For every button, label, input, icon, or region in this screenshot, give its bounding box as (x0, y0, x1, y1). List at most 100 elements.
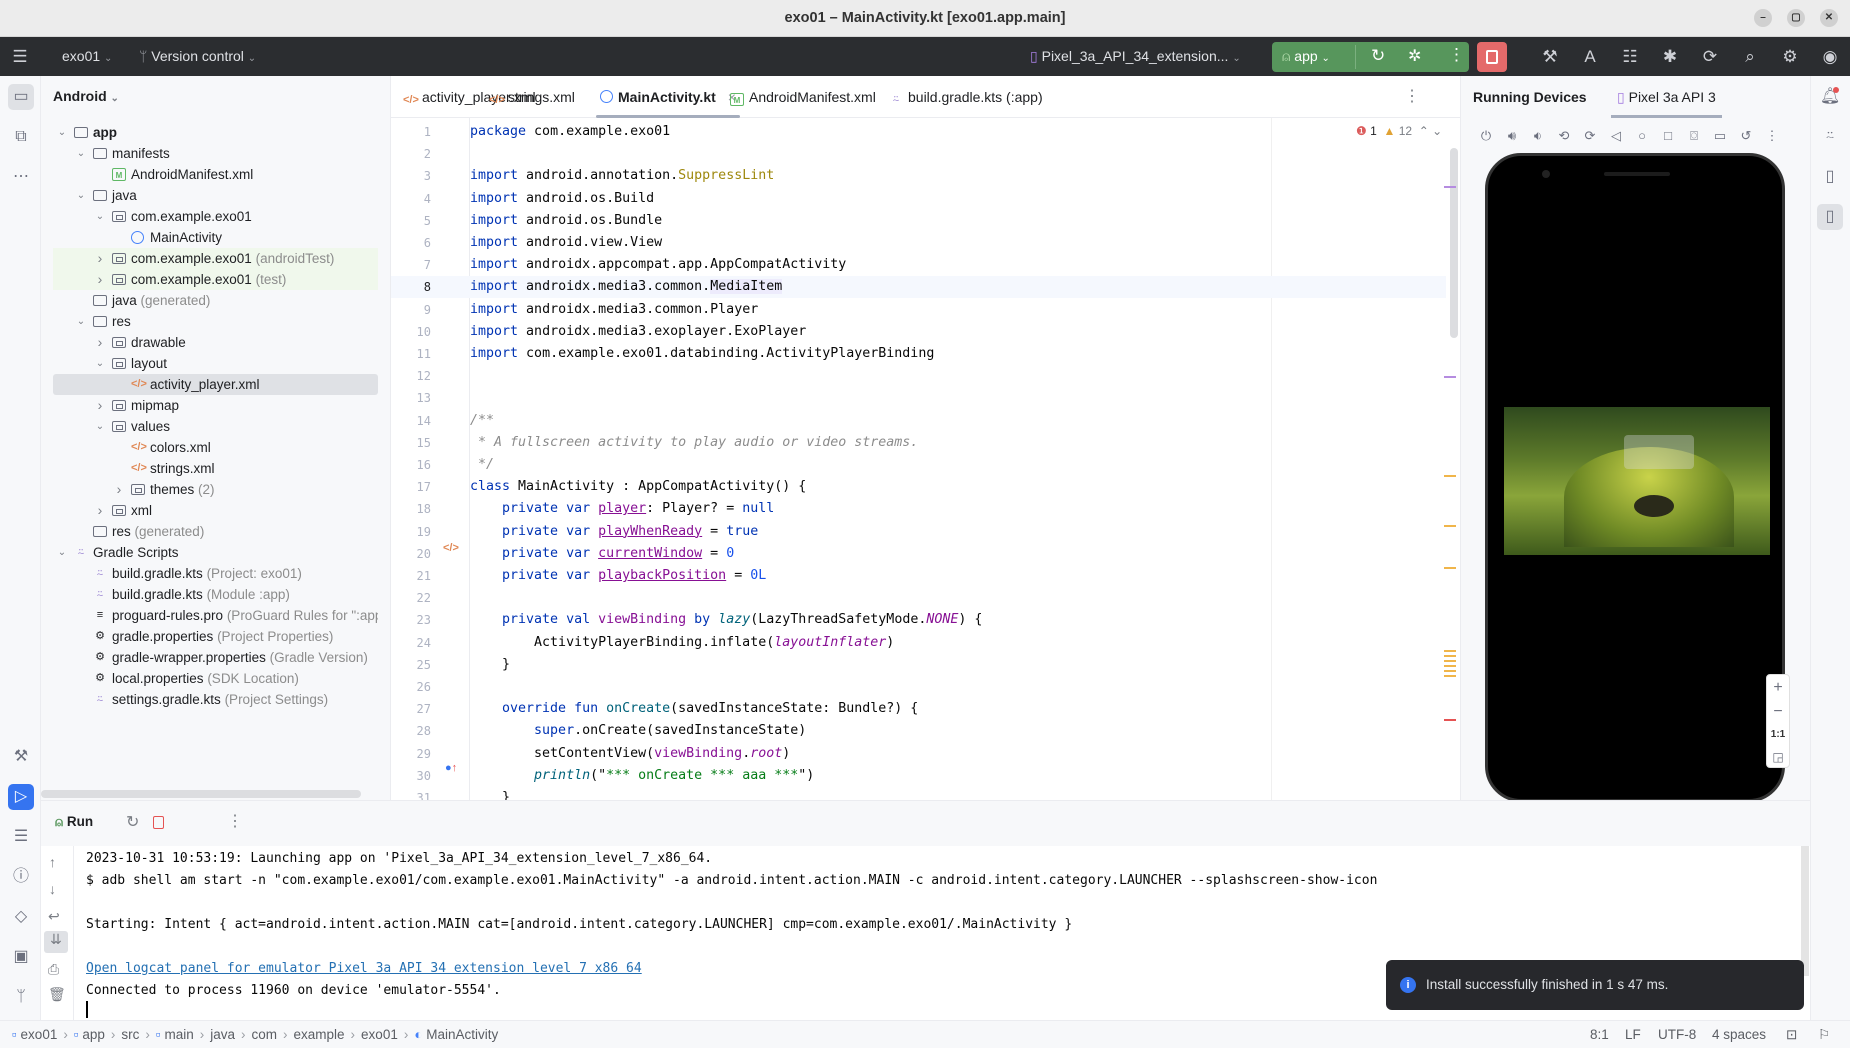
tree-item[interactable]: ⌄ ⍨ Gradle Scripts (53, 542, 378, 563)
app-quality-insights-icon[interactable]: ◇ (8, 904, 34, 930)
apply-changes-restart-icon[interactable]: ↻ (1371, 46, 1385, 66)
breadcrumb-item[interactable]: ▫ main (156, 1021, 194, 1048)
vcs-selector[interactable]: ᛘ Version control ⌄ (139, 48, 256, 64)
tree-item[interactable]: ⚙ gradle.properties (Project Properties) (53, 626, 378, 647)
console-scrollbar[interactable] (1801, 846, 1809, 976)
overview-icon[interactable]: □ (1655, 128, 1681, 143)
zoom-actual-size-button[interactable]: 1:1 (1767, 723, 1789, 747)
tree-item[interactable]: res (generated) (53, 521, 378, 542)
editor-tab[interactable]: MainActivity.kt × (596, 76, 740, 118)
breadcrumb-item[interactable]: com (252, 1021, 278, 1048)
tree-item[interactable]: </> strings.xml (53, 458, 378, 479)
override-gutter-icon[interactable]: ●↑ (445, 762, 457, 774)
volume-down-icon[interactable]: 🔉︎ (1525, 128, 1551, 144)
breadcrumb-item[interactable]: example (294, 1021, 345, 1048)
tree-item[interactable]: › drawable (53, 332, 378, 353)
run-config-selector[interactable]: ⍝ app ⌄ (1282, 48, 1330, 65)
screenshot-icon[interactable]: ⌼ (1681, 128, 1707, 144)
build-variants-icon[interactable]: ⚒ (8, 744, 34, 770)
chevron-down-icon[interactable]: ⌄ (74, 311, 88, 332)
tree-item[interactable]: ≡ proguard-rules.pro (ProGuard Rules for … (53, 605, 378, 626)
lock-icon[interactable]: ⊡ (1786, 1021, 1797, 1048)
device-tab[interactable]: ▯ Pixel 3a API 3 (1611, 76, 1722, 118)
project-folder-icon[interactable]: ▭ (8, 84, 34, 110)
chevron-down-icon[interactable]: ⌄ (74, 143, 88, 164)
tree-item[interactable]: M AndroidManifest.xml (53, 164, 378, 185)
chevron-right-icon[interactable]: › (93, 332, 107, 353)
breadcrumb-item[interactable]: exo01 (361, 1021, 398, 1048)
tree-item[interactable]: ⌄ layout (53, 353, 378, 374)
caret-position[interactable]: 8:1 (1590, 1021, 1609, 1048)
chevron-right-icon[interactable]: › (93, 395, 107, 416)
chevron-down-icon[interactable]: ⌄ (55, 542, 69, 563)
tree-item[interactable]: ⌄ app (53, 122, 378, 143)
maximize-button[interactable]: ▢ (1787, 9, 1805, 27)
breadcrumb-item[interactable]: java (210, 1021, 235, 1048)
back-icon[interactable]: ◁ (1603, 128, 1629, 144)
terminal-icon[interactable]: ▣ (8, 944, 34, 970)
tabs-more-icon[interactable]: ⋮ (1404, 86, 1420, 106)
rerun-icon[interactable]: ↻ (126, 812, 139, 832)
tree-item[interactable]: ⍨ settings.gradle.kts (Project Settings) (53, 689, 378, 710)
file-encoding[interactable]: UTF-8 (1658, 1021, 1696, 1048)
device-selector[interactable]: ▯ Pixel_3a_API_34_extension... ⌄ (1030, 48, 1241, 65)
tree-item[interactable]: › mipmap (53, 395, 378, 416)
search-icon[interactable]: ⌕ (1739, 46, 1761, 68)
tree-item[interactable]: ⌄ res (53, 311, 378, 332)
line-separator[interactable]: LF (1625, 1021, 1641, 1048)
stop-button[interactable] (1477, 42, 1507, 72)
tree-item[interactable]: › themes (2) (53, 479, 378, 500)
tree-item[interactable]: ⌄ manifests (53, 143, 378, 164)
account-icon[interactable]: ◉ (1819, 46, 1841, 68)
project-view-selector[interactable]: Android ⌄ (53, 88, 119, 104)
chevron-right-icon[interactable]: › (93, 248, 107, 269)
rotate-right-icon[interactable]: ⟳ (1577, 128, 1603, 144)
volume-up-icon[interactable]: 🔊︎ (1499, 128, 1525, 144)
more-icon[interactable]: ⋮ (1759, 128, 1785, 144)
chevron-down-icon[interactable]: ⌄ (74, 185, 88, 206)
zoom-in-button[interactable]: + (1767, 675, 1789, 701)
tree-item[interactable]: ⚙ local.properties (SDK Location) (53, 668, 378, 689)
layout-gutter-icon[interactable]: </> (443, 542, 459, 554)
notification-toast[interactable]: i Install successfully finished in 1 s 4… (1386, 960, 1804, 1010)
horizontal-scrollbar[interactable] (41, 790, 361, 798)
reset-icon[interactable]: ↺ (1733, 128, 1759, 144)
tree-item[interactable]: MainActivity (53, 227, 378, 248)
zoom-fit-button[interactable]: ◲ (1767, 747, 1789, 767)
close-window-button[interactable]: ✕ (1820, 9, 1838, 27)
tree-item[interactable]: ⚙ gradle-wrapper.properties (Gradle Versi… (53, 647, 378, 668)
run-tool-icon[interactable]: ▷ (8, 784, 34, 810)
chevron-right-icon[interactable]: › (112, 479, 126, 500)
video-player-frame[interactable] (1504, 407, 1770, 555)
problems-icon[interactable]: ⓘ (8, 864, 34, 890)
editor-scrollbar[interactable] (1450, 148, 1458, 338)
screen-record-icon[interactable]: ▭ (1707, 128, 1733, 144)
editor-tab[interactable]: </> strings.xml (489, 76, 575, 118)
chevron-down-icon[interactable]: ⌄ (93, 416, 107, 437)
chevron-right-icon[interactable]: › (93, 269, 107, 290)
gradle-icon[interactable]: ⍨ (1817, 124, 1843, 150)
home-icon[interactable]: ○ (1629, 128, 1655, 143)
breadcrumb-item[interactable]: src (121, 1021, 139, 1048)
hamburger-menu-icon[interactable]: ☰ (9, 46, 31, 68)
tree-item[interactable]: ⌄ java (53, 185, 378, 206)
code-area[interactable]: 1 package com.example.exo01 2 3 import andro… (391, 118, 1446, 800)
chevron-right-icon[interactable]: › (93, 500, 107, 521)
chevron-down-icon[interactable]: ⌄ (93, 206, 107, 227)
tree-item[interactable]: </> colors.xml (53, 437, 378, 458)
app-quality-icon[interactable]: ✱ (1659, 46, 1681, 68)
breadcrumb-item[interactable]: ▫ exo01 (12, 1021, 57, 1048)
debug-icon[interactable]: ✲ (1408, 46, 1421, 66)
chevron-down-icon[interactable]: ⌄ (55, 122, 69, 143)
tree-item[interactable]: java (generated) (53, 290, 378, 311)
git-icon[interactable]: ᛘ (8, 984, 34, 1010)
zoom-out-button[interactable]: − (1767, 701, 1789, 723)
run-tab[interactable]: ⍝ Run (55, 814, 93, 830)
run-more-icon[interactable]: ⋮ (227, 811, 243, 831)
tree-item[interactable]: </> activity_player.xml (53, 374, 378, 395)
indent-setting[interactable]: 4 spaces (1712, 1021, 1766, 1048)
editor-tab[interactable]: ⍨ build.gradle.kts (:app) (889, 76, 1042, 118)
chevron-down-icon[interactable]: ⌄ (93, 353, 107, 374)
more-icon[interactable]: ⋮ (1448, 45, 1465, 65)
device-manager-icon[interactable]: ▯ (1817, 164, 1843, 190)
